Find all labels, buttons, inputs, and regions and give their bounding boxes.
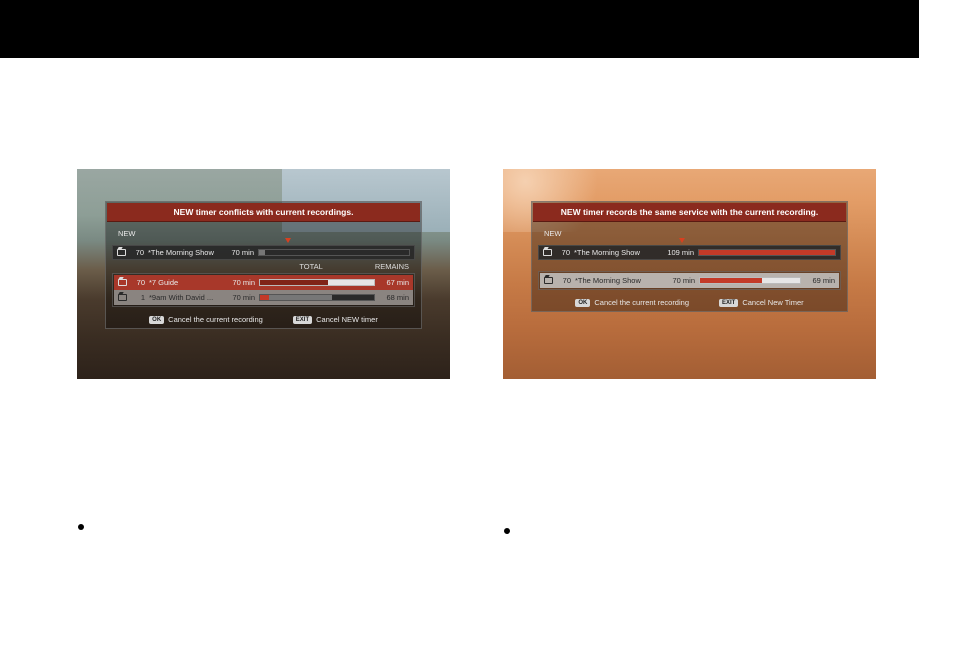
tv-icon bbox=[118, 279, 127, 286]
ok-button: OK bbox=[575, 299, 590, 307]
th-total: TOTAL bbox=[299, 262, 322, 271]
program-name: *9am With David ... bbox=[149, 293, 221, 302]
program-name: *7 Guide bbox=[149, 278, 221, 287]
ok-button: OK bbox=[149, 316, 164, 324]
table-row[interactable]: 70 *7 Guide 70 min 67 min bbox=[114, 275, 413, 290]
remain: 67 min bbox=[379, 278, 409, 287]
ok-label: Cancel the current recording bbox=[168, 315, 263, 324]
program-name: *The Morning Show bbox=[575, 276, 661, 285]
duration: 70 min bbox=[225, 278, 255, 287]
channel-number: 70 bbox=[557, 276, 571, 285]
bullet-icon bbox=[78, 524, 84, 530]
duration: 70 min bbox=[224, 248, 254, 257]
progress-track bbox=[698, 249, 836, 256]
dialog-conflict: NEW timer conflicts with current recordi… bbox=[105, 201, 422, 329]
channel-number: 70 bbox=[131, 278, 145, 287]
tv-icon bbox=[117, 249, 126, 256]
th-remains: REMAINS bbox=[375, 262, 409, 271]
recordings-group: 70 *The Morning Show 70 min 69 min bbox=[538, 271, 841, 290]
remain: 68 min bbox=[379, 293, 409, 302]
ok-action[interactable]: OK Cancel the current recording bbox=[149, 315, 263, 324]
exit-action[interactable]: EXIT Cancel NEW timer bbox=[293, 315, 378, 324]
tv-icon bbox=[118, 294, 127, 301]
screenshot-same-service: NEW timer records the same service with … bbox=[503, 169, 876, 379]
tv-icon bbox=[543, 249, 552, 256]
screenshot-conflict: NEW timer conflicts with current recordi… bbox=[77, 169, 450, 379]
program-name: *The Morning Show bbox=[148, 248, 220, 257]
duration: 70 min bbox=[665, 276, 695, 285]
time-marker-icon bbox=[285, 238, 291, 243]
dialog-footer: OK Cancel the current recording EXIT Can… bbox=[532, 292, 847, 311]
progress-track bbox=[258, 249, 410, 256]
time-marker-icon bbox=[679, 238, 685, 243]
table-row[interactable]: 1 *9am With David ... 70 min 68 min bbox=[114, 290, 413, 305]
ok-label: Cancel the current recording bbox=[594, 298, 689, 307]
dialog-footer: OK Cancel the current recording EXIT Can… bbox=[106, 309, 421, 328]
new-timer-row[interactable]: 70 *The Morning Show 70 min bbox=[112, 245, 415, 260]
exit-label: Cancel NEW timer bbox=[316, 315, 378, 324]
program-name: *The Morning Show bbox=[574, 248, 660, 257]
exit-button: EXIT bbox=[719, 299, 738, 307]
dialog-same-service: NEW timer records the same service with … bbox=[531, 201, 848, 312]
progress-track bbox=[259, 294, 375, 301]
bullet-icon bbox=[504, 528, 510, 534]
new-timer-row[interactable]: 70 *The Morning Show 109 min bbox=[538, 245, 841, 260]
exit-button: EXIT bbox=[293, 316, 312, 324]
duration: 70 min bbox=[225, 293, 255, 302]
exit-label: Cancel New Timer bbox=[742, 298, 803, 307]
tv-icon bbox=[544, 277, 553, 284]
channel-number: 70 bbox=[130, 248, 144, 257]
duration: 109 min bbox=[664, 248, 694, 257]
new-label: NEW bbox=[118, 229, 415, 238]
progress-track bbox=[259, 279, 375, 286]
top-black-bar bbox=[0, 0, 919, 58]
table-row[interactable]: 70 *The Morning Show 70 min 69 min bbox=[540, 273, 839, 288]
channel-number: 1 bbox=[131, 293, 145, 302]
recordings-group: 70 *7 Guide 70 min 67 min 1 *9am With Da… bbox=[112, 273, 415, 307]
progress-track bbox=[699, 277, 801, 284]
remain: 69 min bbox=[805, 276, 835, 285]
channel-number: 70 bbox=[556, 248, 570, 257]
exit-action[interactable]: EXIT Cancel New Timer bbox=[719, 298, 804, 307]
dialog-title: NEW timer records the same service with … bbox=[533, 203, 846, 222]
ok-action[interactable]: OK Cancel the current recording bbox=[575, 298, 689, 307]
table-header: TOTAL REMAINS bbox=[112, 260, 415, 272]
new-label: NEW bbox=[544, 229, 841, 238]
page-content: NEW timer conflicts with current recordi… bbox=[0, 58, 954, 672]
dialog-title: NEW timer conflicts with current recordi… bbox=[107, 203, 420, 222]
